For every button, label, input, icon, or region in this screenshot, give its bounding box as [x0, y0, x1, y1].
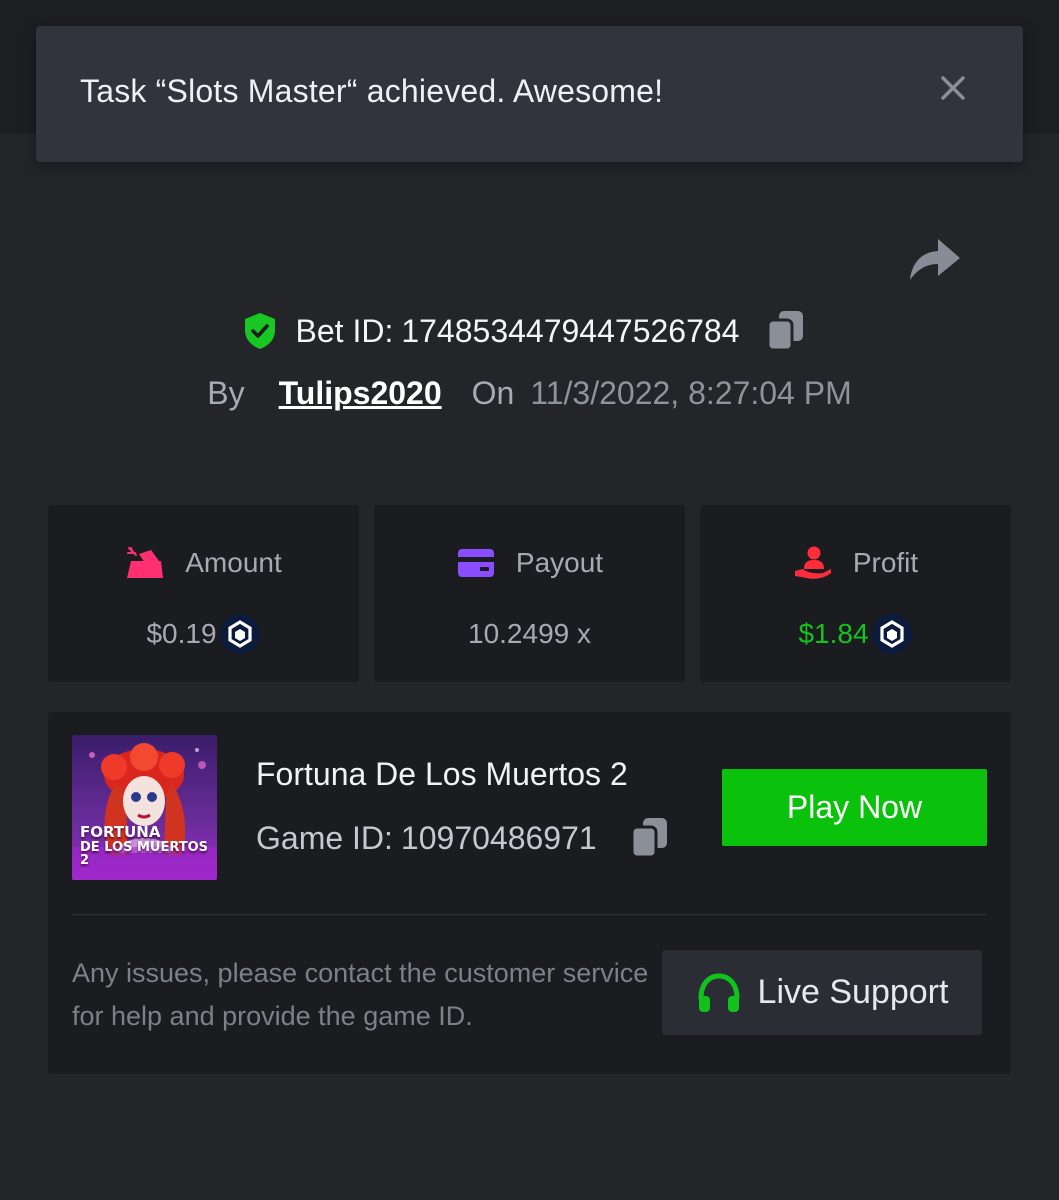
payout-card: Payout 10.2499 x — [374, 505, 685, 682]
profit-value: $1.84 — [798, 618, 869, 649]
hand-user-icon — [794, 546, 831, 579]
coin-icon — [219, 614, 260, 654]
toast-message: Task “Slots Master“ achieved. Awesome! — [80, 73, 664, 109]
bet-date: 11/3/2022, 8:27:04 PM — [530, 374, 852, 411]
game-id-value: 10970486971 — [400, 819, 597, 856]
headset-icon — [698, 972, 740, 1012]
play-now-button[interactable]: Play Now — [722, 769, 987, 846]
amount-card: Amount $0.19 — [48, 505, 359, 682]
gem-cart-icon — [127, 547, 164, 578]
game-id-label: Game ID: — [256, 819, 393, 856]
game-artwork-logo: FORTUNA DE LOS MUERTOS 2 — [80, 822, 209, 869]
copy-icon[interactable] — [629, 816, 669, 860]
game-id-row: Game ID: 10970486971 — [256, 816, 669, 860]
live-support-label: Live Support — [757, 973, 949, 1011]
bet-id-row: Bet ID: 1748534479447526784 — [0, 306, 1059, 356]
close-icon[interactable] — [935, 70, 971, 106]
verified-shield-icon — [244, 313, 275, 349]
share-icon[interactable] — [906, 234, 962, 284]
by-label: By — [207, 374, 245, 411]
payout-label: Payout — [515, 547, 604, 578]
card-icon — [457, 549, 494, 577]
support-help-text: Any issues, please contact the customer … — [72, 958, 649, 1031]
copy-icon[interactable] — [765, 309, 805, 353]
game-title: Fortuna De Los Muertos 2 — [256, 756, 628, 792]
divider — [72, 914, 987, 915]
on-label: On — [471, 374, 515, 411]
bet-id-value: 1748534479447526784 — [401, 312, 740, 349]
achievement-toast: Task “Slots Master“ achieved. Awesome! — [36, 26, 1023, 162]
username-link[interactable]: Tulips2020 — [279, 375, 442, 412]
game-card: FORTUNA DE LOS MUERTOS 2 Fortuna De Los … — [48, 712, 1011, 1074]
amount-label: Amount — [185, 547, 282, 578]
game-thumbnail[interactable]: FORTUNA DE LOS MUERTOS 2 — [72, 735, 217, 880]
live-support-button[interactable]: Live Support — [662, 950, 982, 1035]
profit-card: Profit $1.84 — [700, 505, 1011, 682]
coin-icon — [871, 614, 912, 654]
amount-value: $0.19 — [146, 618, 217, 649]
bet-meta-row: By Tulips2020 On 11/3/2022, 8:27:04 PM — [0, 368, 1059, 418]
bet-id-label: Bet ID: — [295, 312, 394, 349]
profit-label: Profit — [852, 547, 919, 578]
payout-value: 10.2499 x — [468, 618, 591, 649]
